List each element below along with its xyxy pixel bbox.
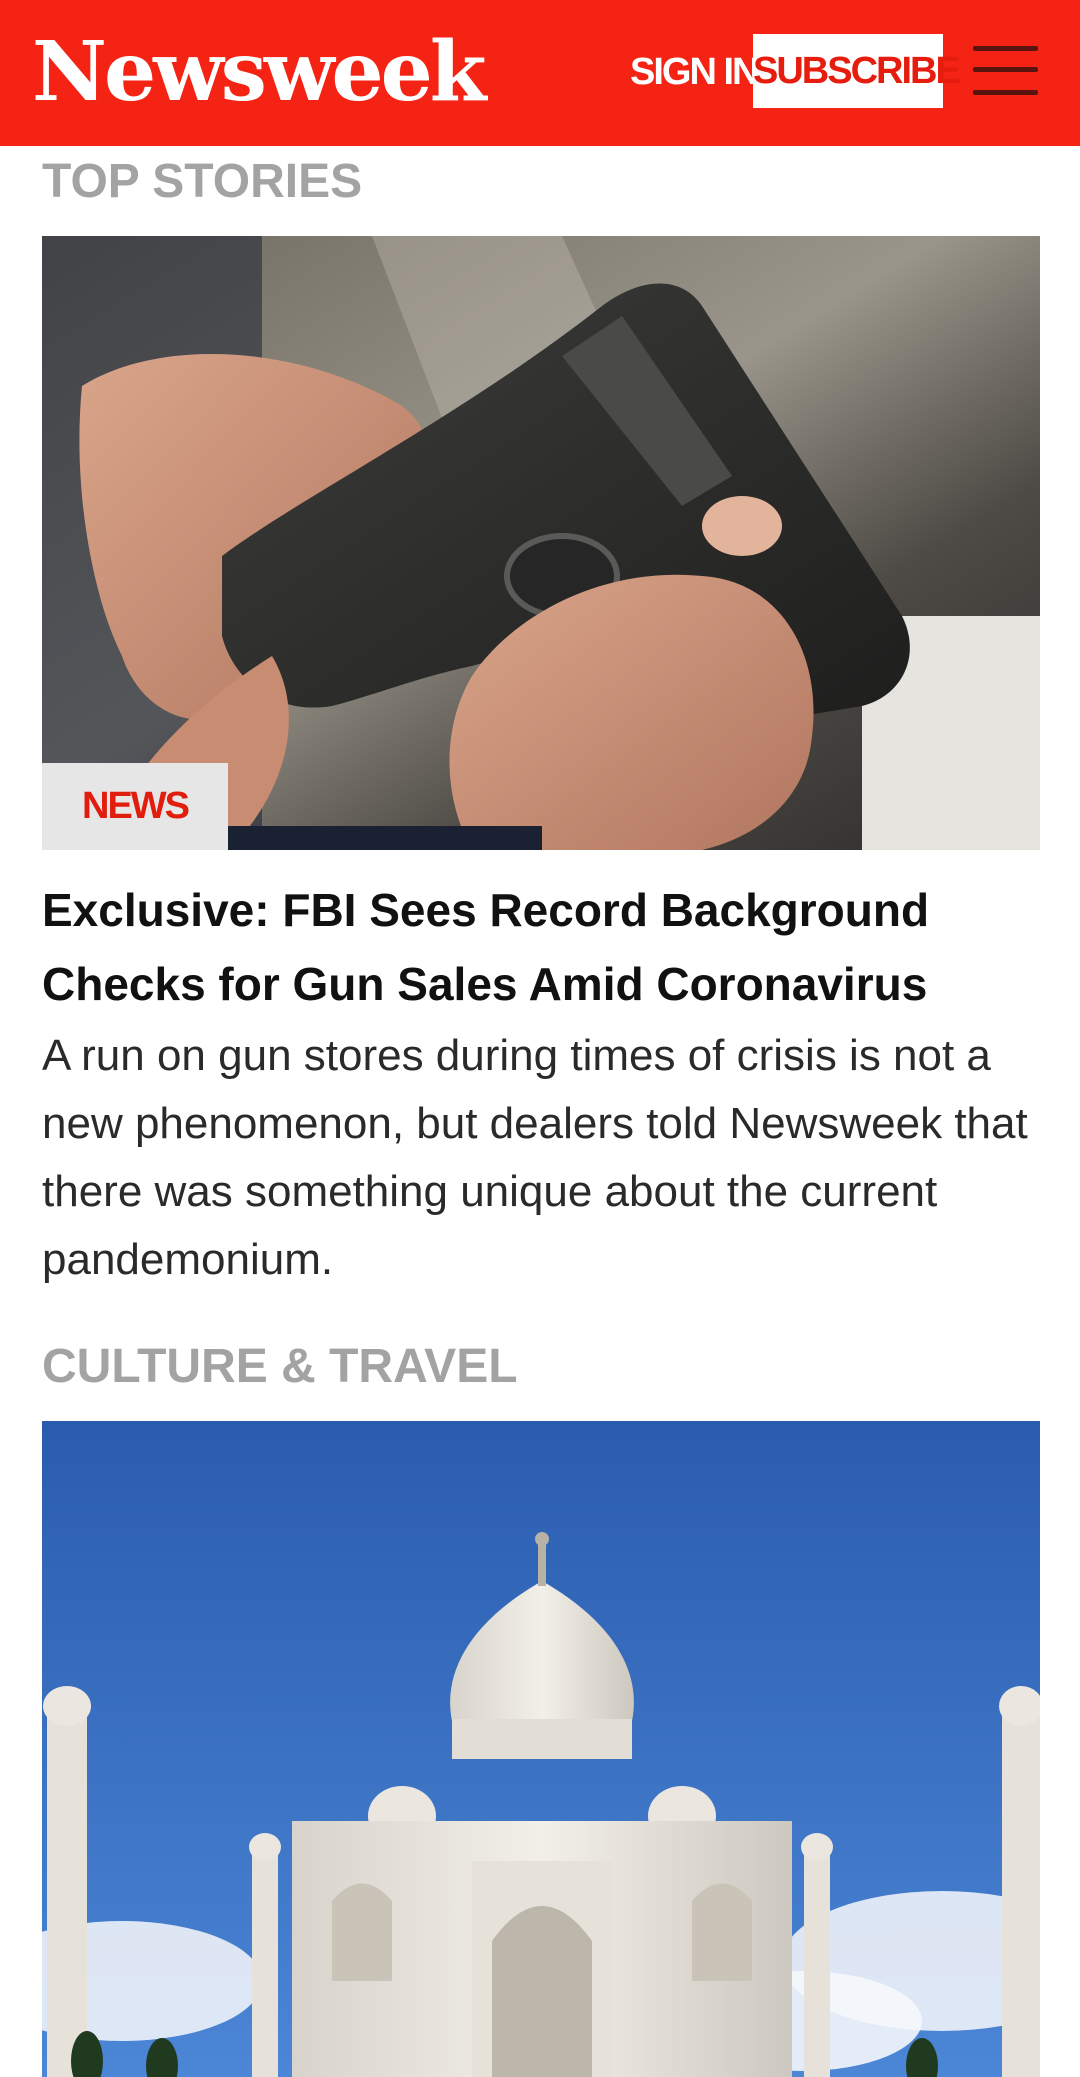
section-label-culture-travel: CULTURE & TRAVEL [42, 1340, 518, 1393]
sign-in-link[interactable]: SIGN IN [630, 44, 759, 100]
newsweek-logo[interactable]: Newsweek [32, 22, 487, 122]
site-header: Newsweek SIGN IN SUBSCRIBE [0, 0, 1080, 146]
top-story-image[interactable] [42, 236, 1040, 850]
culture-travel-story-image[interactable] [42, 1421, 1040, 2077]
hamburger-menu-icon[interactable] [973, 42, 1038, 98]
top-story-summary: A run on gun stores during times of cris… [42, 1031, 1028, 1284]
handgun-photo-icon [42, 236, 1040, 850]
category-badge-news[interactable]: NEWS [42, 763, 228, 850]
taj-mahal-photo-icon [42, 1421, 1040, 2077]
top-story-headline[interactable]: Exclusive: FBI Sees Record Background Ch… [42, 873, 1040, 1021]
section-label-top-stories: TOP STORIES [42, 155, 363, 208]
subscribe-button[interactable]: SUBSCRIBE [753, 34, 961, 108]
